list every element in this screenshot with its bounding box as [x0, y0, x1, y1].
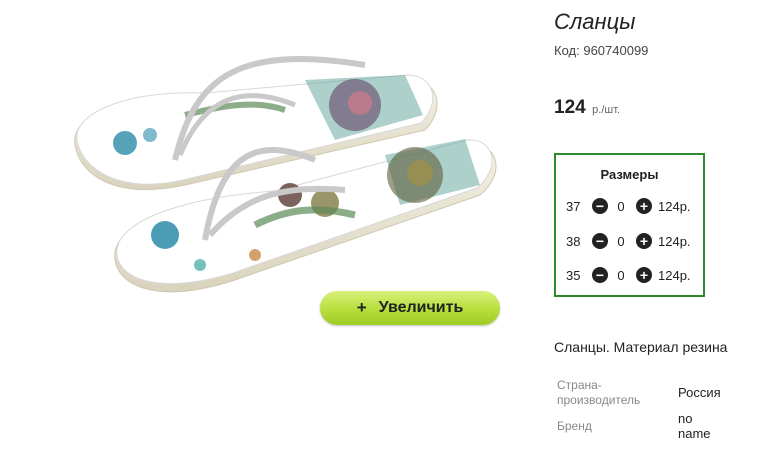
sizes-title: Размеры — [600, 167, 659, 182]
product-code-label: Код: — [554, 43, 580, 58]
product-code: Код: 960740099 — [554, 43, 648, 58]
size-price: 124р. — [658, 198, 691, 214]
price-value: 124 — [554, 97, 586, 118]
size-price: 124р. — [658, 233, 691, 249]
plus-icon: + — [356, 298, 367, 317]
size-label: 35 — [566, 267, 581, 283]
product-code-value: 960740099 — [583, 43, 649, 58]
quantity-value: 0 — [617, 198, 625, 214]
attribute-label-brand: Бренд — [557, 419, 592, 433]
size-row: 37 − 0 + 124р. — [566, 197, 691, 215]
zoom-button[interactable]: + Увеличить — [320, 291, 500, 325]
size-label: 37 — [566, 198, 581, 214]
size-label: 38 — [566, 233, 581, 249]
quantity-value: 0 — [617, 267, 625, 283]
size-price: 124р. — [658, 267, 691, 283]
zoom-button-label: Увеличить — [378, 299, 464, 316]
product-title: Сланцы — [554, 9, 636, 34]
product-description: Сланцы. Материал резина — [554, 339, 728, 355]
plus-button[interactable]: + — [636, 233, 652, 249]
minus-button[interactable]: − — [592, 233, 608, 249]
sizes-panel: Размеры 37 − 0 + 124р. 38 − 0 + 124р. 35… — [554, 153, 705, 297]
attribute-value-country: Россия — [678, 385, 721, 400]
product-image — [74, 56, 497, 293]
attribute-value-brand: no name — [678, 411, 711, 441]
minus-button[interactable]: − — [592, 198, 608, 214]
price-unit: р./шт. — [592, 104, 621, 116]
plus-button[interactable]: + — [636, 267, 652, 283]
product-price: 124 р./шт. — [554, 97, 620, 119]
plus-button[interactable]: + — [636, 198, 652, 214]
quantity-value: 0 — [617, 233, 625, 249]
minus-button[interactable]: − — [592, 267, 608, 283]
size-row: 35 − 0 + 124р. — [566, 266, 691, 284]
attribute-label-country: Страна- производитель — [557, 378, 641, 407]
size-row: 38 − 0 + 124р. — [566, 232, 691, 250]
